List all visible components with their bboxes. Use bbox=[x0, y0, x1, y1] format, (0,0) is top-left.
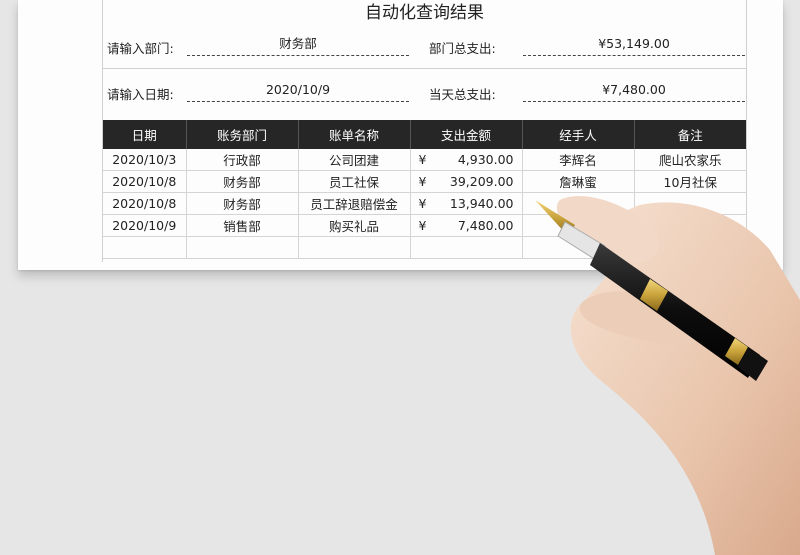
query-panel: 自动化查询结果 请输入部门: 财务部 部门总支出: ¥53,149.00 请输入… bbox=[102, 0, 747, 262]
dept-label: 请输入部门: bbox=[107, 41, 174, 56]
spreadsheet-paper: 自动化查询结果 请输入部门: 财务部 部门总支出: ¥53,149.00 请输入… bbox=[18, 0, 783, 270]
header-dept: 账务部门 bbox=[186, 120, 299, 149]
cell-note[interactable] bbox=[634, 192, 746, 215]
amount-value: 7,480.00 bbox=[457, 218, 514, 233]
finger-shape bbox=[579, 291, 703, 345]
cell-date[interactable]: 2020/10/3 bbox=[103, 149, 187, 171]
empty-cell[interactable] bbox=[103, 236, 187, 259]
table-row: 2020/10/9 销售部 购买礼品 ¥7,480.00 黄 bbox=[103, 214, 746, 237]
cell-bill-name[interactable]: 购买礼品 bbox=[298, 214, 411, 237]
cell-dept[interactable]: 财务部 bbox=[186, 192, 299, 215]
table-row: 2020/10/8 财务部 员工辞退赔偿金 ¥13,940.00 黄园 bbox=[103, 192, 746, 215]
amount-value: 39,209.00 bbox=[449, 174, 514, 189]
dept-total-value: ¥53,149.00 bbox=[523, 33, 745, 56]
currency-symbol: ¥ bbox=[418, 218, 427, 233]
cell-amount[interactable]: ¥13,940.00 bbox=[410, 192, 523, 215]
dept-total-label: 部门总支出: bbox=[429, 41, 496, 56]
header-note: 备注 bbox=[634, 120, 746, 149]
empty-cell[interactable] bbox=[410, 236, 523, 259]
empty-cell[interactable] bbox=[298, 236, 411, 259]
date-label: 请输入日期: bbox=[107, 87, 174, 102]
header-handler: 经手人 bbox=[522, 120, 635, 149]
header-amount: 支出金额 bbox=[410, 120, 523, 149]
currency-symbol: ¥ bbox=[418, 152, 427, 167]
cell-handler[interactable]: 黄 bbox=[522, 214, 635, 237]
currency-symbol: ¥ bbox=[418, 174, 427, 189]
cell-note[interactable] bbox=[634, 214, 746, 237]
header-bill-name: 账单名称 bbox=[298, 120, 411, 149]
cell-amount[interactable]: ¥4,930.00 bbox=[410, 149, 523, 171]
amount-value: 4,930.00 bbox=[457, 152, 514, 167]
table-row: 2020/10/3 行政部 公司团建 ¥4,930.00 李辉名 爬山农家乐 bbox=[103, 149, 746, 171]
empty-cell[interactable] bbox=[634, 236, 746, 259]
empty-cell[interactable] bbox=[186, 236, 299, 259]
cell-handler[interactable]: 詹琳蜜 bbox=[522, 170, 635, 193]
day-total-value: ¥7,480.00 bbox=[523, 79, 745, 102]
cell-dept[interactable]: 销售部 bbox=[186, 214, 299, 237]
pen-ring bbox=[725, 338, 748, 365]
amount-value: 13,940.00 bbox=[449, 196, 514, 211]
cell-handler[interactable]: 黄园 bbox=[522, 192, 635, 215]
cell-date[interactable]: 2020/10/8 bbox=[103, 170, 187, 193]
pen-cap-end bbox=[738, 347, 768, 381]
table-header-row: 日期 账务部门 账单名称 支出金额 经手人 备注 bbox=[103, 120, 746, 149]
cell-bill-name[interactable]: 公司团建 bbox=[298, 149, 411, 171]
pen-ring bbox=[640, 279, 668, 311]
cell-note[interactable]: 爬山农家乐 bbox=[634, 149, 746, 171]
cell-amount[interactable]: ¥39,209.00 bbox=[410, 170, 523, 193]
page-title: 自动化查询结果 bbox=[365, 3, 484, 23]
day-total-label: 当天总支出: bbox=[429, 87, 496, 102]
row-divider bbox=[103, 68, 746, 69]
table-row-empty bbox=[103, 236, 746, 259]
currency-symbol: ¥ bbox=[418, 196, 427, 211]
cell-date[interactable]: 2020/10/8 bbox=[103, 192, 187, 215]
cell-bill-name[interactable]: 员工社保 bbox=[298, 170, 411, 193]
dept-input[interactable]: 财务部 bbox=[187, 33, 409, 56]
cell-note[interactable]: 10月社保 bbox=[634, 170, 746, 193]
table-row: 2020/10/8 财务部 员工社保 ¥39,209.00 詹琳蜜 10月社保 bbox=[103, 170, 746, 193]
cell-bill-name[interactable]: 员工辞退赔偿金 bbox=[298, 192, 411, 215]
date-input[interactable]: 2020/10/9 bbox=[187, 79, 409, 102]
results-table: 日期 账务部门 账单名称 支出金额 经手人 备注 2020/10/3 行政部 公… bbox=[103, 120, 746, 259]
header-date: 日期 bbox=[103, 120, 187, 149]
cell-amount[interactable]: ¥7,480.00 bbox=[410, 214, 523, 237]
cell-handler[interactable]: 李辉名 bbox=[522, 149, 635, 171]
cell-dept[interactable]: 财务部 bbox=[186, 170, 299, 193]
cell-date[interactable]: 2020/10/9 bbox=[103, 214, 187, 237]
cell-dept[interactable]: 行政部 bbox=[186, 149, 299, 171]
empty-cell[interactable] bbox=[522, 236, 635, 259]
